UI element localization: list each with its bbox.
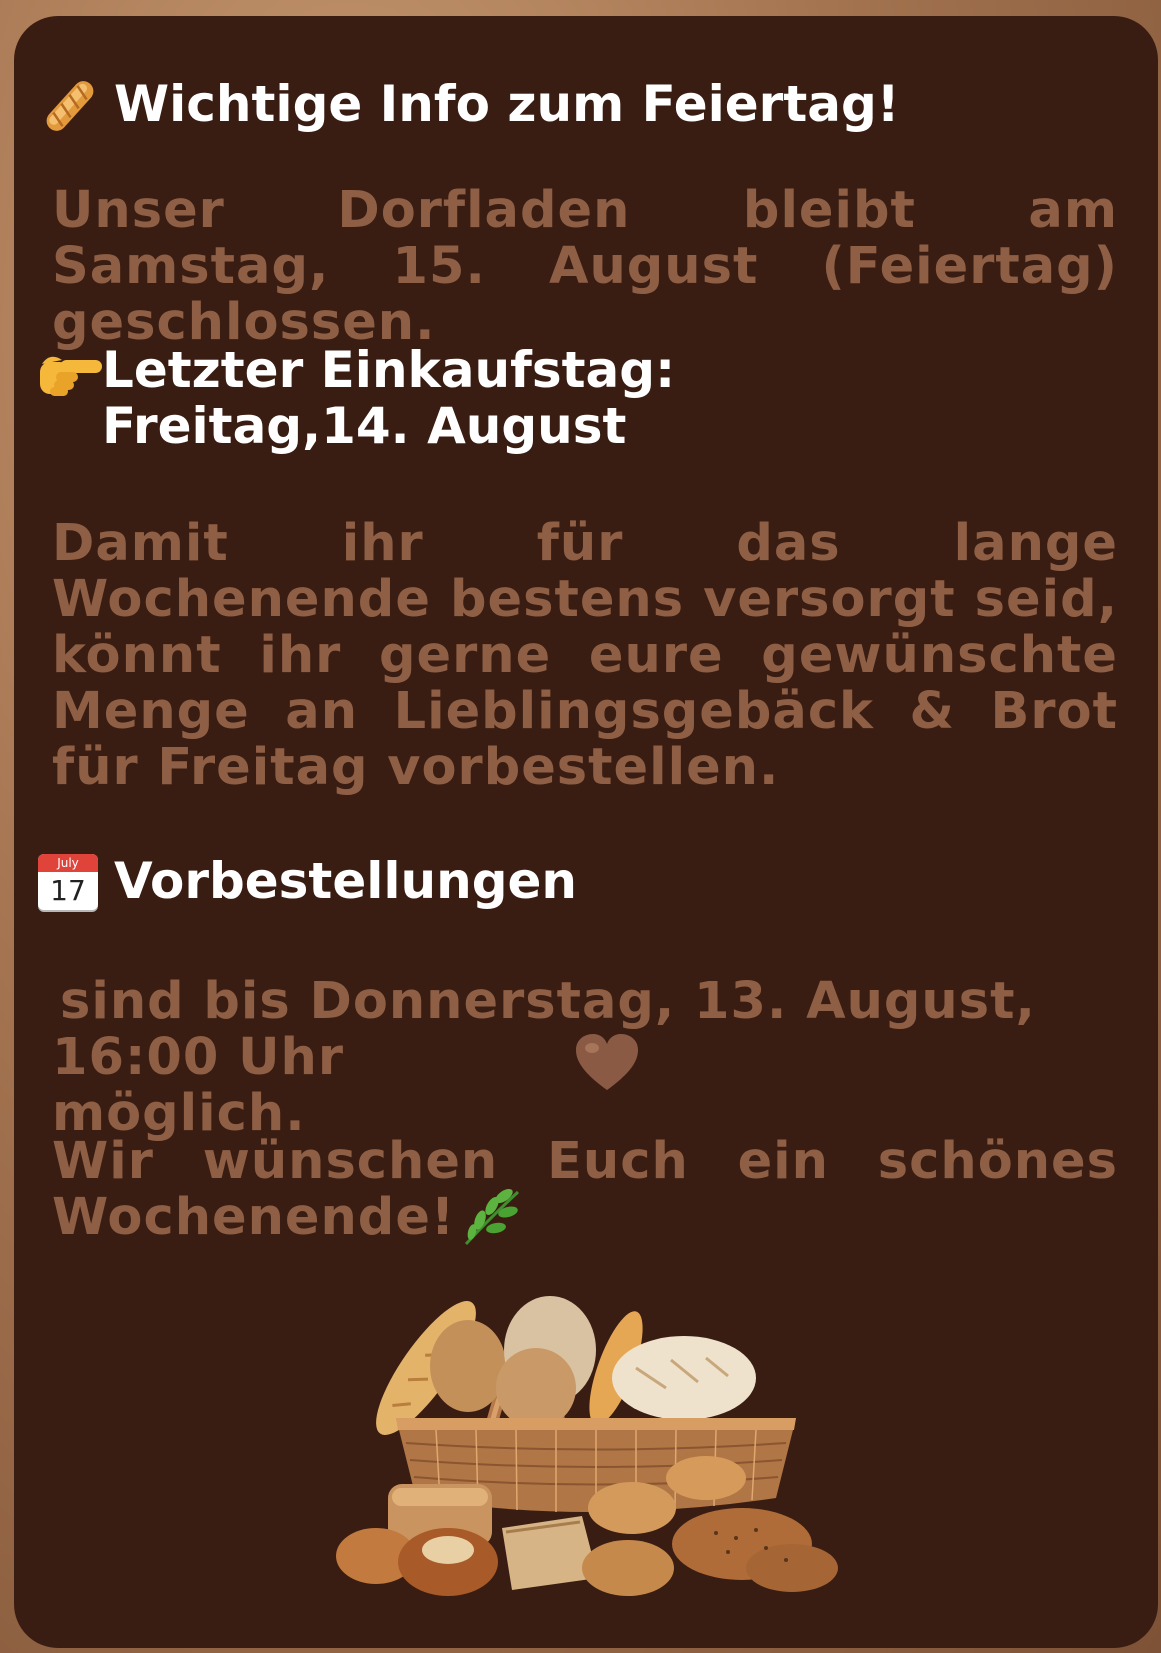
notice-title: Wichtige Info zum Feiertag! [114,75,900,133]
herb-icon [464,1188,520,1246]
last-day-value: Freitag,14. August [102,397,627,455]
pointing-hand-icon [40,356,102,396]
calendar-month: July [38,854,98,872]
brown-heart-icon [576,1034,638,1090]
calendar-day: 17 [50,874,86,907]
closure-text: Unser Dorfladen bleibt am Samstag, 15. A… [52,181,1118,352]
deadline-line-1: sind bis Donnerstag, 13. August, [60,972,1036,1031]
closing-text: Wir wünschen Euch ein schönes Wochenende… [52,1132,1118,1247]
bread-basket-image [336,1296,838,1596]
preorder-heading: Vorbestellungen [114,852,578,910]
notice-card: Wichtige Info zum Feiertag! Unser Dorfla… [14,16,1158,1648]
preorder-info-text: Damit ihr für das lange Wochenende beste… [52,514,1118,797]
last-day-label: Letzter Einkaufstag: [102,341,676,399]
deadline-line-2: 16:00 Uhr möglich. [52,1028,344,1143]
baguette-icon [46,81,94,131]
calendar-icon: July 17 [38,854,98,910]
